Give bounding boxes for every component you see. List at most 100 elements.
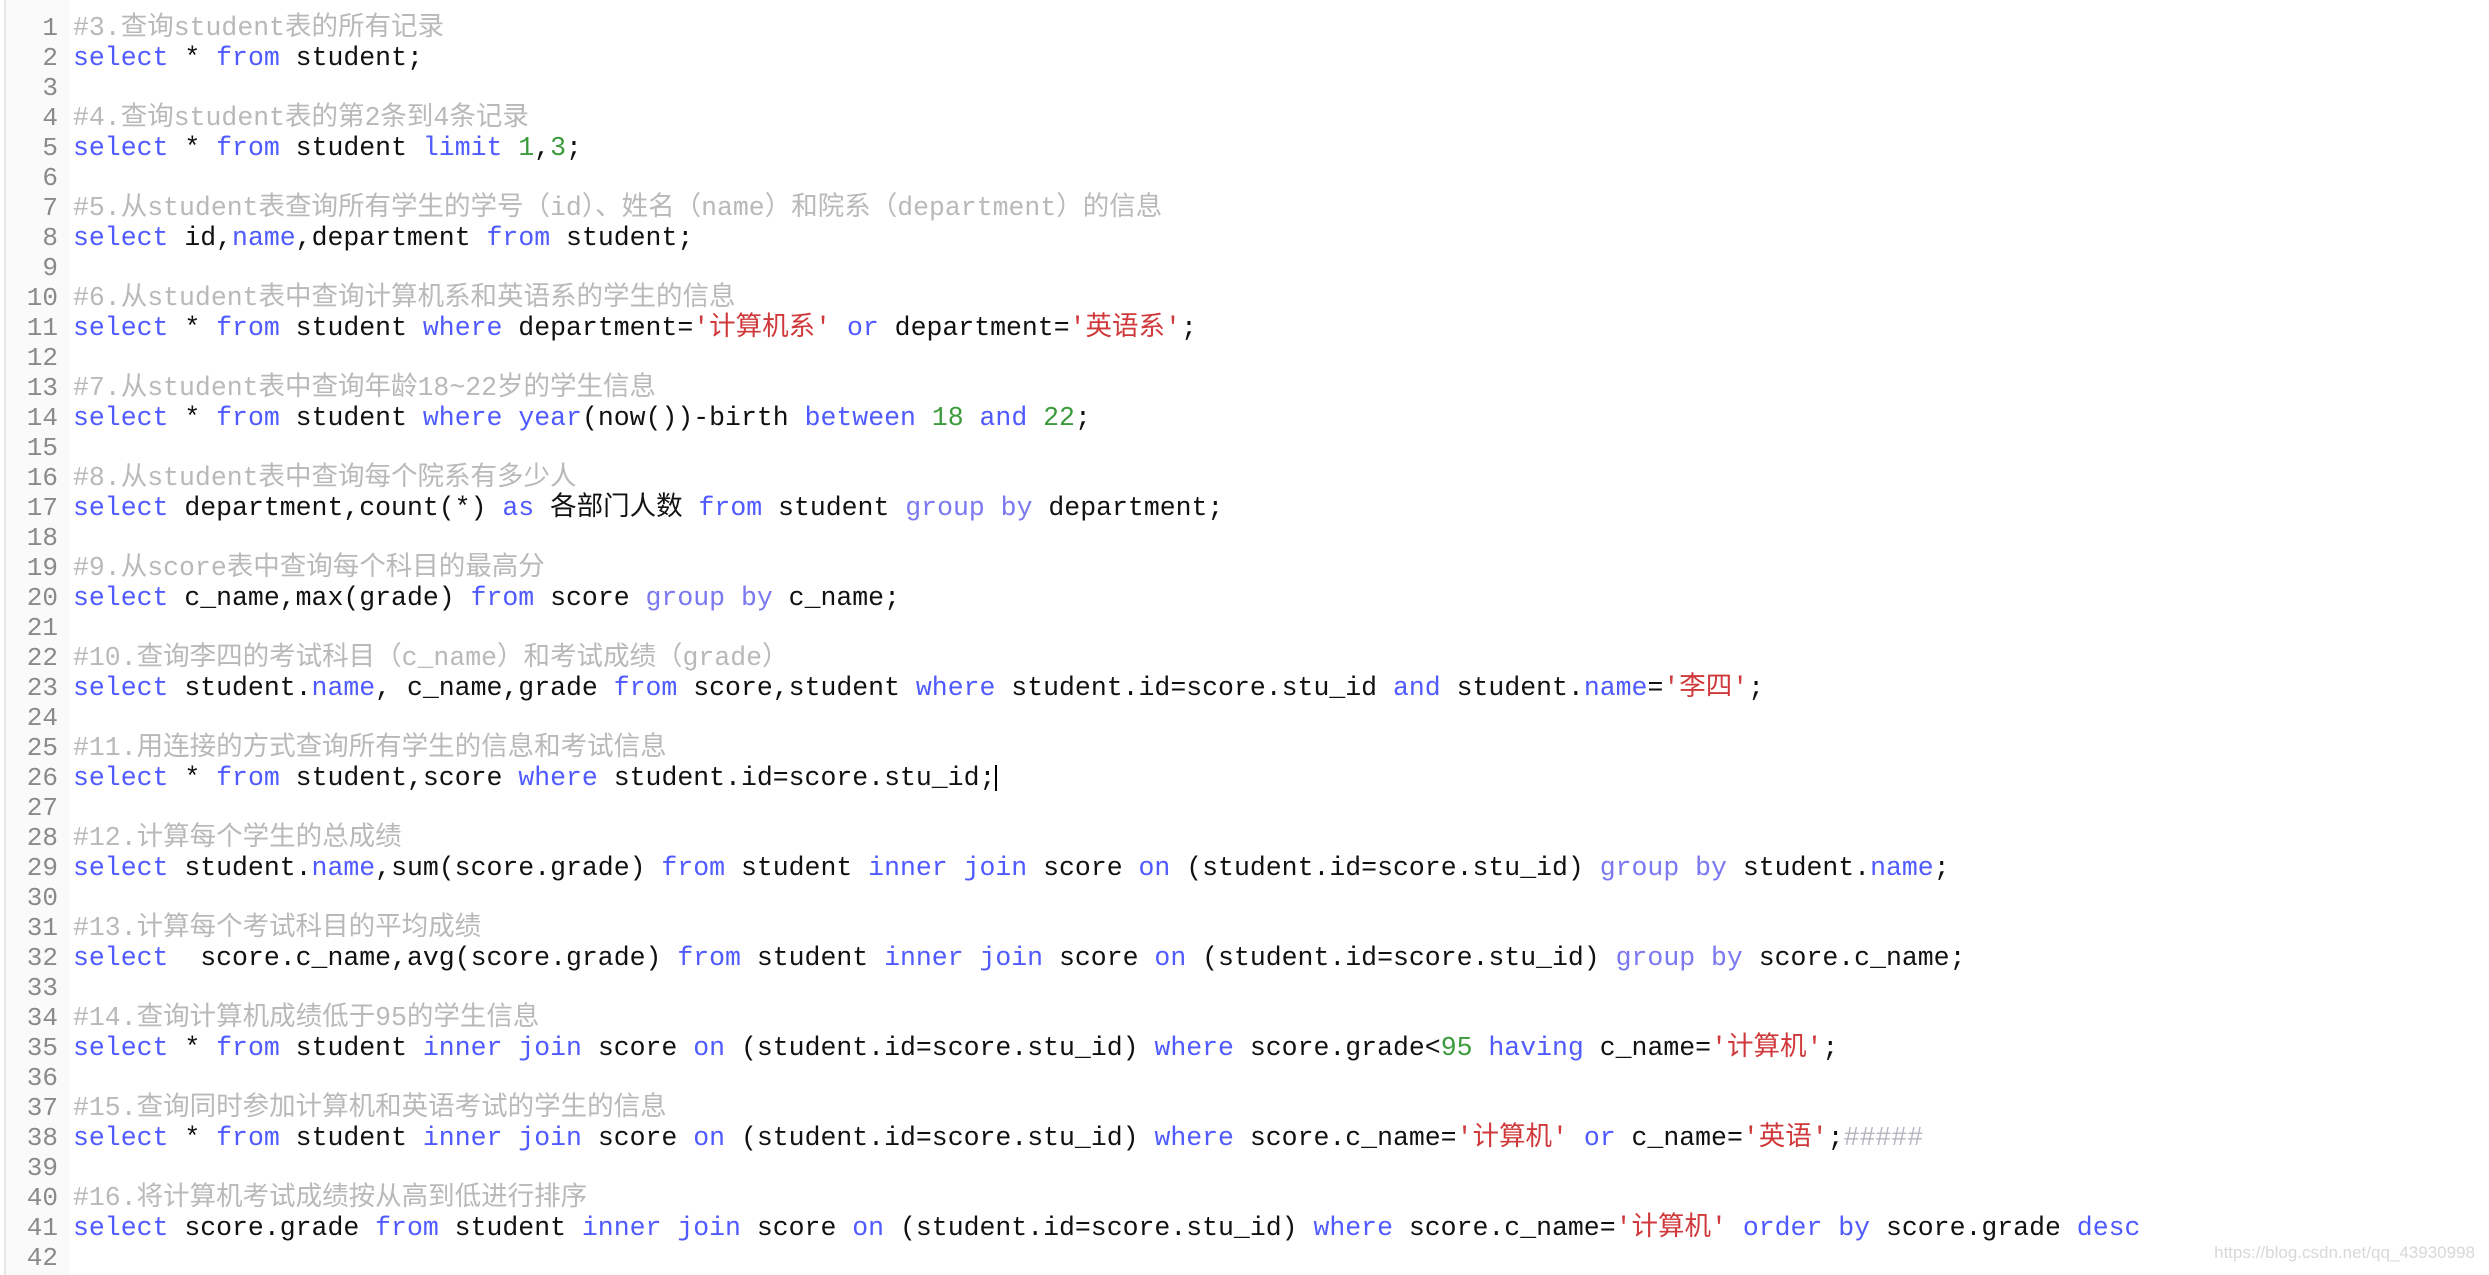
line-number: 42 — [26, 1243, 58, 1273]
keyword: on — [1154, 943, 1187, 973]
line-number: 22 — [26, 643, 58, 673]
keyword: or — [1583, 1123, 1616, 1153]
code-text: score.c_name= — [1392, 1213, 1616, 1243]
code-text: * — [168, 313, 217, 343]
comment: #16.将计算机考试成绩按从高到低进行排序 — [73, 1183, 588, 1213]
code-content: #5.从student表查询所有学生的学号（id）、姓名（name）和院系（de… — [73, 193, 1162, 223]
keyword: inner join — [884, 943, 1044, 973]
number-literal: 18 — [931, 403, 964, 433]
keyword: select — [73, 763, 169, 793]
code-text: id, — [168, 223, 233, 253]
code-content: select student.name,sum(score.grade) fro… — [73, 853, 1950, 883]
code-text: student — [762, 493, 906, 523]
code-text: student — [438, 1213, 582, 1243]
code-text: * — [168, 133, 217, 163]
code-text: ,department — [295, 223, 487, 253]
code-text: score.c_name= — [1233, 1123, 1457, 1153]
code-text: score — [534, 583, 646, 613]
code-text: (student.id=score.stu_id) — [725, 1033, 1155, 1063]
code-text: student — [279, 133, 423, 163]
code-text: c_name= — [1583, 1033, 1712, 1063]
code-text: c_name= — [1615, 1123, 1743, 1153]
line-number: 32 — [26, 943, 58, 973]
code-text: student; — [279, 43, 423, 73]
code-editor[interactable]: 1 #3.查询student表的所有记录 2 select * from studen… — [0, 0, 2489, 1275]
code-text: score.c_name; — [1742, 943, 1966, 973]
keyword: and — [979, 403, 1028, 433]
keyword: from — [613, 673, 678, 703]
code-text: c_name; — [772, 583, 900, 613]
code-text: student — [740, 943, 885, 973]
keyword: as — [502, 493, 535, 523]
line-number: 41 — [26, 1213, 58, 1243]
line-number: 33 — [26, 973, 58, 1003]
comment: #6.从student表中查询计算机系和英语系的学生的信息 — [73, 283, 736, 313]
code-content: #8.从student表中查询每个院系有多少人 — [73, 463, 577, 493]
code-text: score — [581, 1033, 694, 1063]
string-literal: '计算机' — [1456, 1123, 1568, 1153]
keyword: from — [216, 313, 280, 343]
line-number: 28 — [26, 823, 58, 853]
code-text: student; — [550, 223, 694, 253]
code-content: select c_name,max(grade) from score grou… — [73, 583, 900, 613]
code-content: select id,name,department from student; — [73, 223, 693, 253]
comment: ##### — [1843, 1123, 1924, 1153]
code-content: select * from student where year(now())-… — [73, 403, 1091, 433]
line-number: 36 — [26, 1063, 58, 1093]
keyword: select — [73, 853, 169, 883]
line-number: 37 — [26, 1093, 58, 1123]
keyword: select — [73, 673, 169, 703]
line-number: 31 — [26, 913, 58, 943]
code-text: * — [168, 763, 217, 793]
keyword: desc — [2076, 1213, 2141, 1243]
line-number: 21 — [26, 613, 58, 643]
code-content: select score.c_name,avg(score.grade) fro… — [73, 943, 1965, 973]
keyword: select — [73, 493, 169, 523]
keyword: select — [73, 313, 169, 343]
code-text: , — [534, 133, 551, 163]
code-text: department= — [502, 313, 694, 343]
line-number: 20 — [26, 583, 58, 613]
code-content: #9.从score表中查询每个科目的最高分 — [73, 553, 545, 583]
keyword: from — [470, 583, 535, 613]
keyword: group by — [905, 493, 1033, 523]
line-number: 2 — [42, 43, 58, 73]
comment: #3.查询student表的所有记录 — [73, 13, 445, 43]
line-number: 13 — [26, 373, 58, 403]
code-content: #13.计算每个考试科目的平均成绩 — [73, 913, 481, 943]
keyword: select — [73, 1213, 169, 1243]
keyword: select — [73, 43, 169, 73]
line-number: 7 — [42, 193, 58, 223]
code-content: select * from student,score where studen… — [73, 763, 998, 793]
code-text: ; — [1748, 673, 1765, 703]
line-number: 35 — [26, 1033, 58, 1063]
line-number: 23 — [26, 673, 58, 703]
keyword: where — [422, 403, 503, 433]
keyword: year — [518, 403, 582, 433]
code-text: student — [279, 1123, 423, 1153]
code-text: student — [279, 313, 423, 343]
code-text: score,student — [677, 673, 916, 703]
keyword: on — [693, 1033, 726, 1063]
code-text: ; — [1180, 313, 1197, 343]
keyword: from — [661, 853, 726, 883]
code-content: #16.将计算机考试成绩按从高到低进行排序 — [73, 1183, 587, 1213]
line-number: 4 — [42, 103, 58, 133]
code-text: = — [1647, 673, 1664, 703]
code-text: ; — [1827, 1123, 1844, 1153]
line-number: 38 — [26, 1123, 58, 1153]
comment: #12.计算每个学生的总成绩 — [73, 823, 402, 853]
code-content: #6.从student表中查询计算机系和英语系的学生的信息 — [73, 283, 736, 313]
code-text: student. — [168, 673, 312, 703]
keyword: select — [73, 133, 169, 163]
keyword: select — [73, 403, 169, 433]
keyword: group by — [1599, 853, 1727, 883]
line-number: 24 — [26, 703, 58, 733]
line-number: 16 — [26, 463, 58, 493]
code-text: student. — [168, 853, 312, 883]
code-text: department; — [1032, 493, 1224, 523]
keyword: from — [216, 43, 280, 73]
